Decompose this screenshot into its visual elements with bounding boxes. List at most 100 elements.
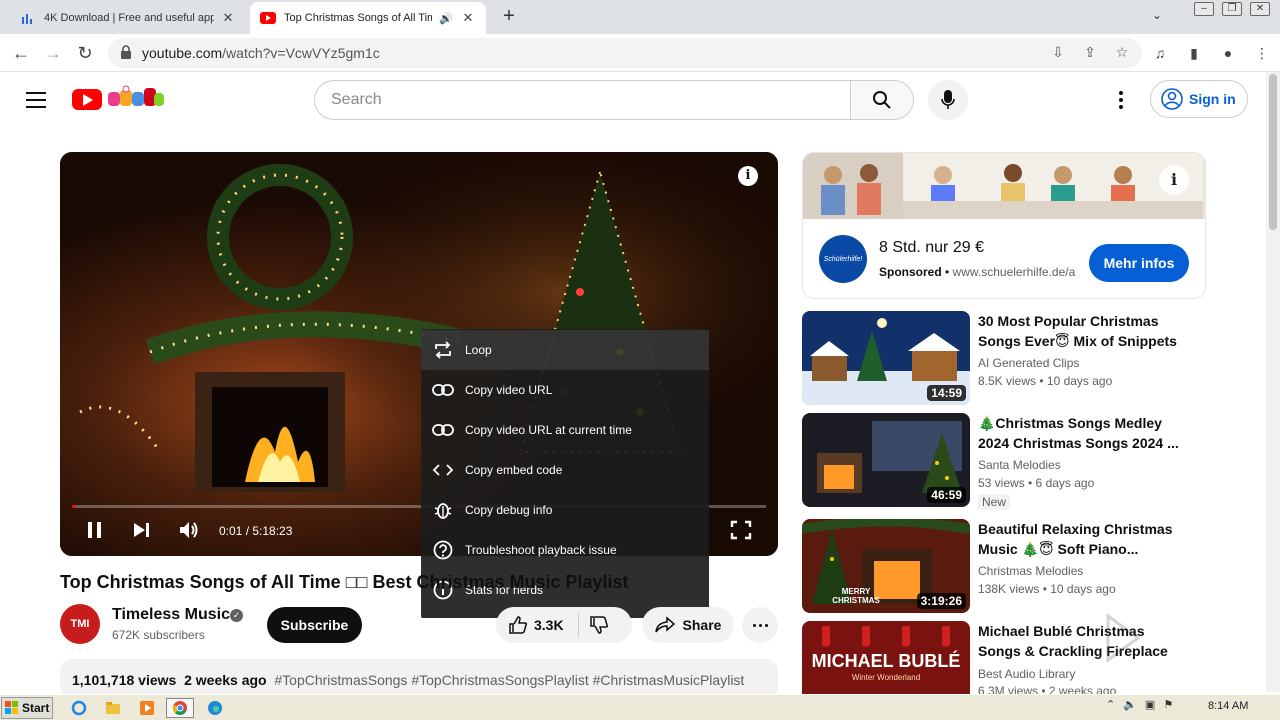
forward-arrow-icon[interactable]: → bbox=[42, 42, 64, 64]
recommendation-item[interactable]: 14:59 30 Most Popular Christmas Songs Ev… bbox=[802, 311, 1212, 407]
youtube-header: Search Sign in bbox=[0, 72, 1266, 128]
channel-name[interactable]: Timeless Music bbox=[112, 606, 230, 624]
audio-playing-icon[interactable]: 🔊 bbox=[438, 12, 454, 25]
microphone-icon bbox=[941, 90, 955, 109]
video-thumbnail: 46:59 bbox=[802, 413, 970, 507]
link-icon bbox=[432, 424, 454, 436]
rec-meta: 138K views • 10 days ago bbox=[978, 582, 1116, 596]
video-thumbnail: MERRY CHRISTMAS 3:19:26 bbox=[802, 519, 970, 613]
reload-icon[interactable]: ↻ bbox=[74, 42, 96, 64]
browser-tab-youtube[interactable]: Top Christmas Songs of All Time 🔊 ✕ bbox=[250, 2, 486, 34]
rec-channel: AI Generated Clips bbox=[978, 356, 1080, 370]
media-control-icon[interactable]: ♫ bbox=[1150, 43, 1170, 63]
menu-item-label: Loop bbox=[465, 343, 492, 357]
rec-title: 🎄Christmas Songs Medley 2024 Christmas S… bbox=[978, 415, 1179, 451]
new-tab-button[interactable]: + bbox=[498, 6, 520, 28]
ad-sponsored-line: Sponsored • www.schuelerhilfe.de/a bbox=[879, 265, 1076, 279]
ad-info-icon[interactable]: i bbox=[1159, 165, 1189, 195]
taskbar-clock: 8:14 AM bbox=[1208, 700, 1249, 712]
fullscreen-icon[interactable] bbox=[730, 520, 752, 540]
ad-headline: 8 Std. nur 29 € bbox=[879, 239, 984, 256]
close-tab-icon[interactable]: ✕ bbox=[460, 10, 476, 26]
link-icon bbox=[432, 384, 454, 396]
menu-item-loop[interactable]: Loop bbox=[421, 330, 709, 370]
share-label: Share bbox=[682, 617, 722, 633]
close-window-button[interactable]: ✕ bbox=[1250, 2, 1270, 16]
voice-search-button[interactable] bbox=[928, 80, 968, 120]
youtube-logo[interactable] bbox=[72, 89, 102, 110]
browser-toolbar: ← → ↻ youtube.com/watch?v=VcwVYz5gm1c ⇩ … bbox=[0, 34, 1280, 72]
share-icon[interactable]: ⇪ bbox=[1082, 44, 1098, 60]
holiday-doodle-logo[interactable] bbox=[106, 84, 166, 110]
menu-item-troubleshoot[interactable]: Troubleshoot playback issue bbox=[421, 530, 709, 570]
menu-item-copy-url[interactable]: Copy video URL bbox=[421, 370, 709, 410]
profile-avatar-icon[interactable]: ● bbox=[1218, 43, 1238, 63]
video-info-icon[interactable]: i bbox=[738, 166, 758, 186]
internet-explorer-icon[interactable] bbox=[68, 698, 90, 718]
flag-tray-icon[interactable]: ⚑ bbox=[1163, 698, 1173, 711]
more-actions-button[interactable] bbox=[742, 607, 778, 643]
minimize-window-button[interactable]: – bbox=[1194, 2, 1214, 16]
bug-icon bbox=[434, 503, 452, 519]
subscribe-button[interactable]: Subscribe bbox=[267, 607, 362, 643]
tab-title: Top Christmas Songs of All Time bbox=[284, 12, 432, 24]
menu-item-label: Copy video URL bbox=[465, 383, 553, 397]
sign-in-button[interactable]: Sign in bbox=[1150, 80, 1248, 118]
volume-icon[interactable] bbox=[178, 520, 200, 540]
rec-meta: 53 views • 6 days ago bbox=[978, 476, 1095, 490]
search-placeholder: Search bbox=[331, 91, 382, 108]
network-tray-icon[interactable]: ▣ bbox=[1145, 698, 1155, 711]
ad-banner-image bbox=[803, 153, 1205, 219]
recommendation-item[interactable]: MERRY CHRISTMAS 3:19:26 Beautiful Relaxi… bbox=[802, 519, 1212, 615]
chrome-menu-icon[interactable]: ⋮ bbox=[1252, 43, 1272, 63]
duration-badge: 14:59 bbox=[927, 385, 966, 401]
side-panel-icon[interactable]: ▮ bbox=[1184, 43, 1204, 63]
description-box[interactable]: 1,101,718 views 2 weeks ago #TopChristma… bbox=[60, 659, 778, 699]
tray-expand-icon[interactable]: ⌃ bbox=[1106, 698, 1115, 711]
chrome-taskbar-icon[interactable] bbox=[166, 698, 194, 718]
share-button[interactable]: Share bbox=[642, 607, 734, 643]
menu-item-label: Troubleshoot playback issue bbox=[465, 543, 617, 557]
recommendation-item[interactable]: 46:59 🎄Christmas Songs Medley 2024 Chris… bbox=[802, 413, 1212, 510]
sponsored-ad[interactable]: i Schülerhilfe! 8 Std. nur 29 € Sponsore… bbox=[802, 152, 1206, 299]
hashtags[interactable]: #TopChristmasSongs #TopChristmasSongsPla… bbox=[274, 672, 744, 688]
new-badge: New bbox=[978, 494, 1011, 510]
hamburger-menu-icon[interactable] bbox=[26, 92, 46, 108]
rec-channel: Best Audio Library bbox=[978, 667, 1076, 681]
rec-channel: Christmas Melodies bbox=[978, 564, 1084, 578]
menu-item-copy-url-time[interactable]: Copy video URL at current time bbox=[421, 410, 709, 450]
thumbs-down-icon[interactable] bbox=[589, 615, 609, 635]
install-app-icon[interactable]: ⇩ bbox=[1050, 44, 1066, 60]
volume-tray-icon[interactable]: 🔈 bbox=[1123, 698, 1137, 711]
restore-window-button[interactable]: ❐ bbox=[1222, 2, 1242, 16]
bookmark-star-icon[interactable]: ☆ bbox=[1114, 44, 1130, 60]
divider bbox=[577, 613, 579, 637]
address-bar[interactable]: youtube.com/watch?v=VcwVYz5gm1c ⇩ ⇪ ☆ bbox=[108, 38, 1142, 68]
edge-icon[interactable] bbox=[204, 698, 226, 718]
start-button[interactable]: Start bbox=[1, 697, 53, 719]
channel-avatar[interactable]: TMI bbox=[60, 604, 100, 644]
like-count: 3.3K bbox=[534, 617, 564, 633]
file-explorer-icon[interactable] bbox=[102, 698, 124, 718]
tab-search-chevron-icon[interactable]: ⌄ bbox=[1152, 8, 1162, 22]
settings-more-icon[interactable] bbox=[1110, 88, 1132, 112]
back-arrow-icon[interactable]: ← bbox=[10, 42, 32, 64]
rec-meta: 8.5K views • 10 days ago bbox=[978, 374, 1113, 388]
close-tab-icon[interactable]: ✕ bbox=[220, 10, 236, 26]
ad-cta-button[interactable]: Mehr infos bbox=[1089, 244, 1189, 282]
browser-tab-4k-download[interactable]: 4K Download | Free and useful applic ✕ bbox=[10, 2, 246, 34]
windows-logo-icon bbox=[5, 701, 18, 714]
next-track-icon[interactable] bbox=[132, 520, 150, 540]
menu-item-copy-embed[interactable]: Copy embed code bbox=[421, 450, 709, 490]
scrollbar-thumb[interactable] bbox=[1269, 74, 1277, 230]
rec-title: 30 Most Popular Christmas Songs Ever😇 Mi… bbox=[978, 313, 1177, 349]
menu-item-copy-debug[interactable]: Copy debug info bbox=[421, 490, 709, 530]
page-scrollbar[interactable] bbox=[1266, 72, 1280, 692]
media-player-icon[interactable] bbox=[136, 698, 158, 718]
like-button[interactable]: 3.3K bbox=[508, 615, 564, 635]
search-button[interactable] bbox=[850, 80, 914, 120]
search-input[interactable]: Search bbox=[314, 80, 852, 120]
pause-icon[interactable] bbox=[86, 520, 104, 540]
duration-badge: 3:19:26 bbox=[916, 593, 966, 609]
verified-check-icon: ✓ bbox=[230, 609, 243, 622]
